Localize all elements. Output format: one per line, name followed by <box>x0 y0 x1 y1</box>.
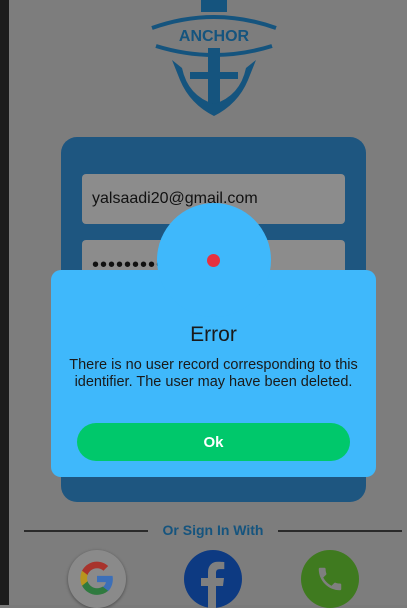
sign-in-with-divider: Or Sign In With <box>24 520 402 542</box>
divider-line-right <box>278 530 402 532</box>
facebook-logo-icon <box>201 561 225 608</box>
error-dialog-message: There is no user record corresponding to… <box>69 357 358 390</box>
error-dialog-title: Error <box>190 323 237 346</box>
error-indicator-icon <box>207 254 220 267</box>
logo-text: ANCHOR <box>179 28 250 45</box>
google-sign-in-button[interactable] <box>68 550 126 608</box>
google-logo-icon <box>80 561 113 595</box>
phone-icon <box>318 567 342 591</box>
ok-button[interactable]: Ok <box>77 423 350 461</box>
phone-sign-in-button[interactable] <box>301 550 359 608</box>
anchor-logo: ANCHOR <box>151 0 277 116</box>
window-edge <box>0 0 9 605</box>
facebook-sign-in-button[interactable] <box>184 550 242 608</box>
